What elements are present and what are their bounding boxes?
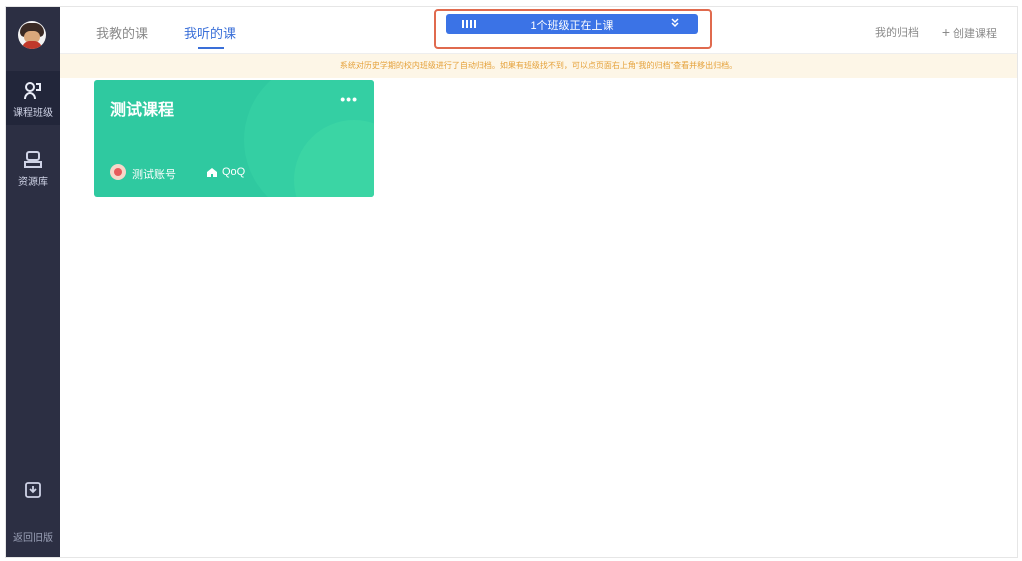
- app-window: 课程班级 资源库 返回旧版 我教的课 我听的课 1个班级正在上课 我的归档 + …: [5, 6, 1018, 558]
- home-icon: [207, 168, 217, 177]
- owner-name: 测试账号: [132, 169, 176, 181]
- sidebar-item-library[interactable]: 资源库: [6, 140, 60, 194]
- tab-attending[interactable]: 我听的课: [184, 23, 236, 42]
- library-icon: [24, 151, 42, 168]
- sidebar-item-label: 课程班级: [13, 108, 53, 119]
- live-class-banner[interactable]: 1个班级正在上课: [446, 14, 698, 34]
- sidebar-item-label: 资源库: [18, 177, 48, 188]
- user-avatar-logo[interactable]: [18, 21, 46, 49]
- create-course-button[interactable]: + 创建课程: [942, 24, 997, 41]
- active-tab-underline: [198, 47, 224, 49]
- archive-notice: 系统对历史学期的校内班级进行了自动归档。如果有班级找不到，可以点页面右上角“我的…: [60, 54, 1017, 78]
- chevron-double-down-icon[interactable]: [670, 18, 680, 28]
- return-old-version-link[interactable]: 返回旧版: [6, 529, 60, 544]
- live-class-highlight: 1个班级正在上课: [434, 9, 712, 49]
- course-title: 测试课程: [110, 102, 175, 119]
- plus-icon: +: [941, 24, 950, 40]
- course-card[interactable]: 测试课程 ••• 测试账号 QoQ: [94, 80, 374, 197]
- class-icon: [24, 82, 41, 100]
- sidebar-item-classes[interactable]: 课程班级: [6, 71, 60, 125]
- live-class-text: 1个班级正在上课: [530, 20, 614, 32]
- create-course-label: 创建课程: [953, 28, 997, 40]
- my-archive-link[interactable]: 我的归档: [875, 24, 919, 40]
- more-options-button[interactable]: •••: [340, 91, 358, 107]
- tab-teaching[interactable]: 我教的课: [96, 23, 148, 42]
- school-name: QoQ: [222, 166, 246, 178]
- top-bar: 我教的课 我听的课 1个班级正在上课 我的归档 + 创建课程: [60, 7, 1017, 54]
- sidebar: 课程班级 资源库 返回旧版: [6, 7, 60, 557]
- owner-avatar: [110, 164, 126, 180]
- download-icon[interactable]: [24, 481, 42, 499]
